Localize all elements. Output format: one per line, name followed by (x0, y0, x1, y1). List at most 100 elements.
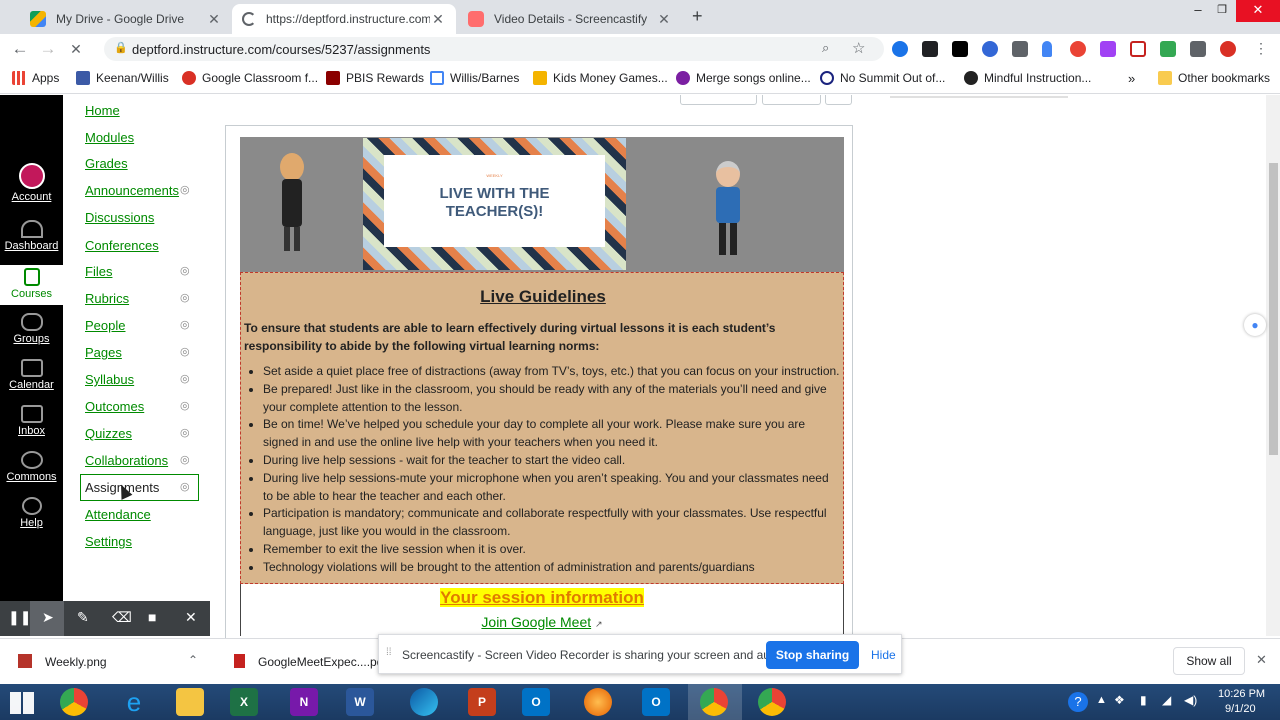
header-button[interactable] (762, 95, 821, 105)
bookmark-merge-songs[interactable]: Merge songs online... (676, 71, 811, 85)
course-nav-announcements[interactable]: Announcements (85, 183, 179, 198)
windows-start-icon[interactable] (10, 692, 34, 714)
course-nav-syllabus[interactable]: Syllabus (85, 372, 134, 387)
network-icon[interactable]: ▮ (1140, 693, 1147, 707)
bookmark-google-classroom[interactable]: Google Classroom f... (182, 71, 318, 85)
volume-icon[interactable]: ◀) (1184, 693, 1197, 707)
chrome-icon[interactable] (700, 688, 728, 716)
drag-handle-icon[interactable]: ⁞⁞ (386, 647, 392, 658)
tab-google-drive[interactable]: My Drive - Google Drive ✕ (20, 4, 232, 34)
edge-icon[interactable] (410, 688, 438, 716)
voice-microphone-icon[interactable]: ● (1244, 314, 1266, 336)
global-nav-groups[interactable]: Groups (0, 313, 63, 345)
show-all-downloads-button[interactable]: Show all (1173, 647, 1245, 675)
course-nav-conferences[interactable]: Conferences (85, 238, 159, 253)
global-nav-commons[interactable]: Commons (0, 451, 63, 483)
menu-icon[interactable]: ⋮ (1254, 40, 1268, 57)
cursor-tool-icon[interactable]: ➤ (42, 609, 54, 626)
course-nav-attendance[interactable]: Attendance (85, 507, 151, 522)
microphone-icon[interactable] (1042, 41, 1052, 57)
screencastify-icon[interactable] (1070, 41, 1086, 57)
stop-sharing-button[interactable]: Stop sharing (766, 641, 859, 669)
global-nav-calendar[interactable]: Calendar (0, 359, 63, 391)
eraser-icon[interactable]: ⌫ (112, 609, 132, 626)
excel-icon[interactable]: X (230, 688, 258, 716)
course-nav-home[interactable]: Home (85, 103, 120, 118)
header-button[interactable] (680, 95, 757, 105)
forward-icon[interactable]: → (38, 39, 58, 59)
clock-date[interactable]: 9/1/20 (1225, 703, 1256, 715)
address-bar[interactable]: 🔒 deptford.instructure.com/courses/5237/… (104, 37, 884, 61)
course-nav-rubrics[interactable]: Rubrics (85, 291, 129, 306)
bookmark-no-summit[interactable]: No Summit Out of... (820, 71, 945, 85)
course-nav-people[interactable]: People (85, 318, 125, 333)
chevron-up-icon[interactable]: ⌃ (188, 653, 198, 667)
hide-button[interactable]: Hide (871, 648, 896, 662)
course-nav-pages[interactable]: Pages (85, 345, 122, 360)
extension-icon[interactable] (1012, 41, 1028, 57)
course-nav-collaborations[interactable]: Collaborations (85, 453, 168, 468)
chrome-icon[interactable] (60, 688, 88, 716)
course-nav-settings[interactable]: Settings (85, 534, 132, 549)
download-item-name[interactable]: GoogleMeetExpec....pdf (258, 655, 387, 669)
tab-canvas[interactable]: https://deptford.instructure.com/ ✕ (232, 4, 456, 34)
bookmark-pbis[interactable]: PBIS Rewards (326, 71, 424, 85)
header-settings-button[interactable] (825, 95, 852, 105)
extension-icon[interactable] (1130, 41, 1146, 57)
course-nav-modules[interactable]: Modules (85, 130, 134, 145)
more-bookmarks-icon[interactable]: » (1128, 71, 1135, 86)
close-window-button[interactable]: ✕ (1236, 0, 1280, 22)
internet-explorer-icon[interactable]: e (120, 688, 148, 716)
clock-time[interactable]: 10:26 PM (1218, 688, 1265, 700)
pen-tool-icon[interactable]: ✎ (77, 609, 89, 626)
bookmark-willis-barnes[interactable]: Willis/Barnes (430, 71, 519, 85)
course-nav-outcomes[interactable]: Outcomes (85, 399, 144, 414)
help-tray-icon[interactable]: ? (1068, 692, 1088, 712)
chrome-icon[interactable] (758, 688, 786, 716)
star-icon[interactable]: ☆ (852, 39, 865, 57)
dropbox-icon[interactable]: ❖ (1114, 693, 1125, 707)
chat-extension-icon[interactable] (922, 41, 938, 57)
join-google-meet-link[interactable]: Join Google Meet (481, 614, 591, 630)
show-hidden-icons[interactable]: ▲ (1096, 694, 1107, 706)
bookmark-keenan-willis[interactable]: Keenan/Willis (76, 71, 169, 85)
new-tab-button[interactable]: + (692, 6, 703, 27)
tab-screencastify[interactable]: Video Details - Screencastify ✕ (458, 4, 682, 34)
global-nav-account[interactable]: Account (0, 163, 63, 203)
camera-icon[interactable]: ■ (148, 609, 156, 625)
course-nav-grades[interactable]: Grades (85, 156, 128, 171)
pen-icon[interactable] (1100, 41, 1116, 57)
close-downloads-icon[interactable]: ✕ (1256, 652, 1267, 668)
profile-avatar-icon[interactable] (1220, 41, 1236, 57)
course-nav-files[interactable]: Files (85, 264, 112, 279)
bookmark-mindful[interactable]: Mindful Instruction... (964, 71, 1091, 85)
wifi-icon[interactable]: ◢ (1162, 693, 1171, 707)
word-icon[interactable]: W (346, 688, 374, 716)
pause-icon[interactable]: ❚❚ (8, 609, 31, 626)
extension-icon[interactable] (1160, 41, 1176, 57)
close-tab-icon[interactable]: ✕ (206, 11, 222, 28)
outlook-icon[interactable]: O (522, 688, 550, 716)
back-icon[interactable]: ← (10, 39, 30, 59)
close-tab-icon[interactable]: ✕ (430, 11, 446, 28)
puzzle-icon[interactable] (1190, 41, 1206, 57)
outlook-icon[interactable]: O (642, 688, 670, 716)
zoom-search-icon[interactable]: ⌕ (822, 40, 829, 56)
onenote-icon[interactable]: N (290, 688, 318, 716)
file-explorer-icon[interactable] (176, 688, 204, 716)
close-tab-icon[interactable]: ✕ (656, 11, 672, 28)
extension-icon[interactable] (952, 41, 968, 57)
extension-icon[interactable] (982, 41, 998, 57)
bookmark-other[interactable]: Other bookmarks (1158, 71, 1270, 85)
bookmark-kids-money[interactable]: Kids Money Games... (533, 71, 668, 85)
close-toolbar-icon[interactable]: ✕ (185, 609, 197, 626)
extension-icon[interactable] (892, 41, 908, 57)
scrollbar-thumb[interactable] (1269, 163, 1278, 455)
download-item-name[interactable]: Weekly.png (45, 655, 107, 669)
course-nav-discussions[interactable]: Discussions (85, 210, 154, 225)
powerpoint-icon[interactable]: P (468, 688, 496, 716)
page-scrollbar[interactable] (1266, 95, 1280, 636)
global-nav-inbox[interactable]: Inbox (0, 405, 63, 437)
global-nav-courses[interactable]: Courses (0, 265, 63, 305)
bookmark-apps[interactable]: Apps (12, 71, 59, 85)
